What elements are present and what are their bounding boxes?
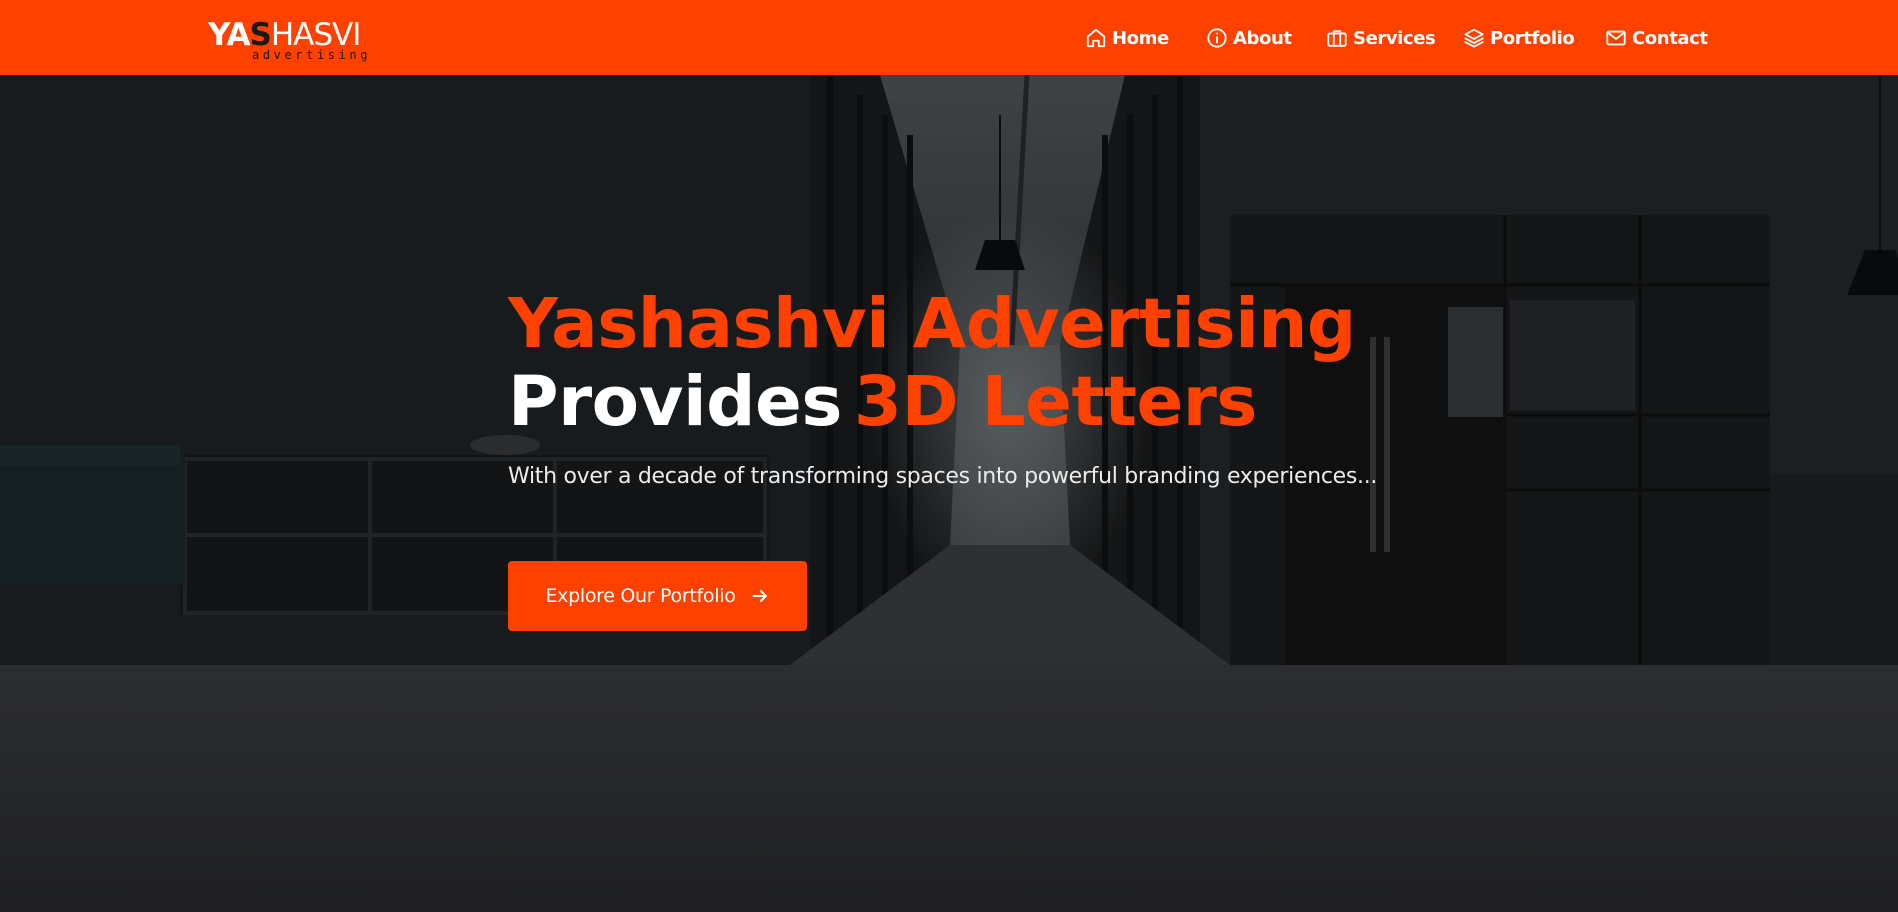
info-icon [1207, 28, 1227, 48]
nav-item-about[interactable]: About [1206, 24, 1292, 52]
nav-item-contact[interactable]: Contact [1605, 24, 1708, 52]
cta-label: Explore Our Portfolio [545, 585, 736, 607]
headline-line-1: Yashashvi Advertising [508, 284, 1356, 364]
arrow-right-icon [751, 590, 767, 602]
nav-label-home: Home [1112, 27, 1169, 49]
headline-line-2-accent: 3D Letters [853, 362, 1257, 442]
logo-tagline: advertising [252, 48, 372, 62]
explore-portfolio-button[interactable]: Explore Our Portfolio [508, 561, 807, 631]
briefcase-icon [1327, 30, 1347, 47]
nav-item-home[interactable]: Home [1085, 24, 1169, 52]
layers-icon [1464, 28, 1484, 48]
nav-label-contact: Contact [1632, 27, 1708, 49]
headline-line-2-white: Provides [508, 362, 842, 442]
nav-item-services[interactable]: Services [1326, 24, 1436, 52]
logo-part-1: YA [208, 17, 250, 53]
brand-logo[interactable]: YASHASVI advertising [208, 17, 367, 64]
mail-icon [1606, 30, 1626, 46]
nav-item-portfolio[interactable]: Portfolio [1463, 24, 1575, 52]
hero-section: Yashashvi Advertising Provides 3D Letters… [0, 75, 1898, 912]
logo-wordmark: YASHASVI [208, 17, 361, 53]
hero-subtitle: With over a decade of transforming space… [508, 464, 1378, 489]
nav-label-portfolio: Portfolio [1490, 27, 1575, 49]
home-icon [1086, 28, 1106, 48]
hero-headline: Yashashvi Advertising Provides 3D Letters [508, 285, 1356, 441]
hero-overlay [0, 75, 1898, 912]
nav-label-services: Services [1353, 27, 1436, 49]
nav-label-about: About [1233, 27, 1292, 49]
navbar: YASHASVI advertising Home About Services [0, 0, 1898, 75]
